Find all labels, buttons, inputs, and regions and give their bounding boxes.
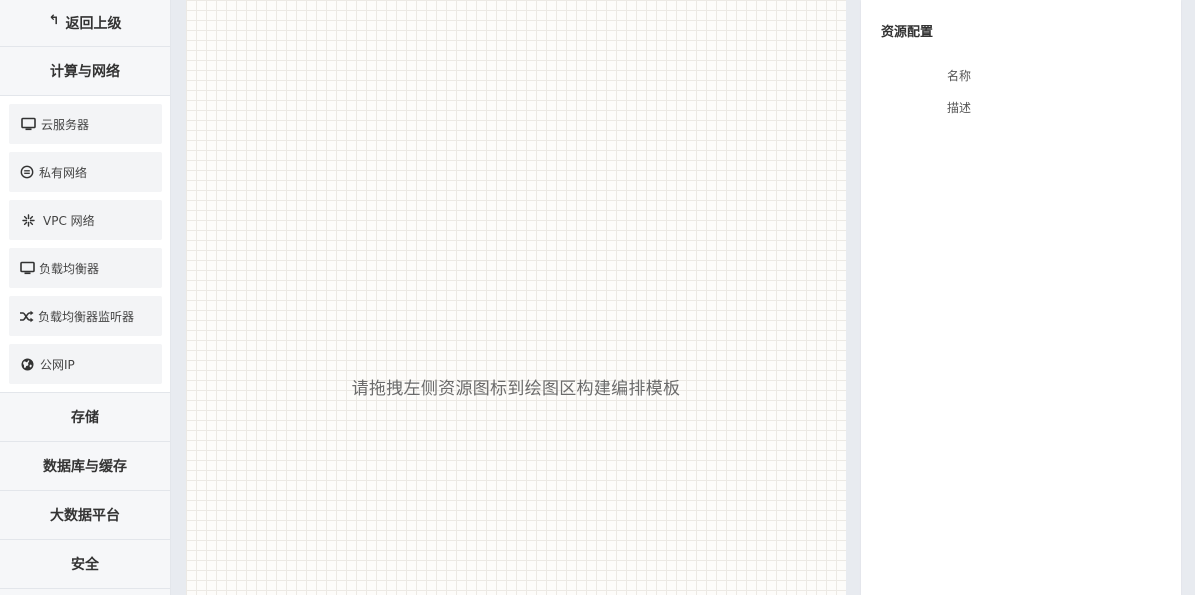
monitor-icon [20,116,36,132]
resource-item-lb-listener[interactable]: 负载均衡器监听器 [9,296,162,336]
resource-item-label: 私有网络 [39,165,88,180]
name-field-label: 名称 [947,69,972,83]
resource-item-label: 负载均衡器监听器 [38,309,135,324]
resource-sidebar: ↰ 返回上级 计算与网络 云服务器 私有网络 VPC 网络 负载均衡器 负载均衡… [0,0,171,595]
resource-item-label: 公网IP [40,357,75,372]
resource-item-vpc-network[interactable]: VPC 网络 [9,200,162,240]
panel-title: 资源配置 [881,25,934,40]
resource-item-cloud-server[interactable]: 云服务器 [9,104,162,144]
globe-icon [19,356,35,372]
resource-item-label: 云服务器 [41,117,90,132]
resource-item-public-ip[interactable]: 公网IP [9,344,162,384]
description-field-label: 描述 [947,101,972,115]
minus-circle-icon [19,164,35,180]
back-arrow-icon: ↰ [48,12,60,28]
category-storage[interactable]: 存储 [0,393,170,442]
resource-item-private-network[interactable]: 私有网络 [9,152,162,192]
drawing-canvas[interactable]: 请拖拽左侧资源图标到绘图区构建编排模板 [186,0,846,595]
template-editor: ↰ 返回上级 计算与网络 云服务器 私有网络 VPC 网络 负载均衡器 负载均衡… [0,0,1195,595]
resource-list: 云服务器 私有网络 VPC 网络 负载均衡器 负载均衡器监听器 公网IP [0,96,170,393]
resource-item-load-balancer[interactable]: 负载均衡器 [9,248,162,288]
monitor-icon [19,260,35,276]
resource-item-label: VPC 网络 [43,213,95,228]
category-big-data[interactable]: 大数据平台 [0,491,170,540]
asterisk-icon [20,212,36,228]
category-label: 大数据平台 [50,508,120,524]
resource-item-label: 负载均衡器 [39,261,100,276]
shuffle-icon [18,308,34,324]
category-label: 数据库与缓存 [43,459,127,475]
category-compute-network[interactable]: 计算与网络 [0,47,170,96]
back-button[interactable]: ↰ 返回上级 [0,0,170,47]
back-label: 返回上级 [65,16,122,32]
canvas-empty-hint: 请拖拽左侧资源图标到绘图区构建编排模板 [351,379,681,399]
category-label: 存储 [71,410,99,426]
category-label: 计算与网络 [50,64,120,80]
category-label: 安全 [71,557,99,573]
resource-config-panel: 资源配置 名称 描述 [861,0,1181,595]
category-security[interactable]: 安全 [0,540,170,589]
category-database-cache[interactable]: 数据库与缓存 [0,442,170,491]
